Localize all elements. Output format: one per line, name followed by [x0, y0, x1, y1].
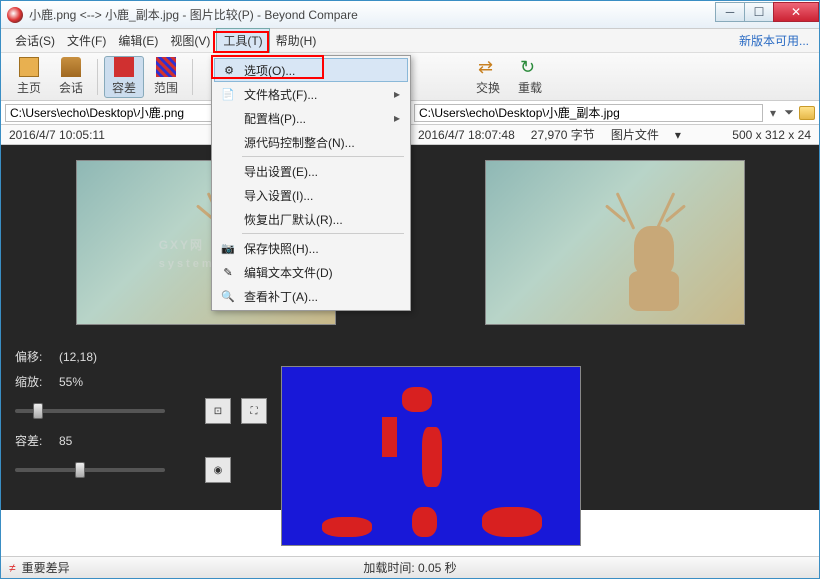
- right-type: 图片文件: [611, 126, 659, 143]
- right-size: 27,970 字节: [531, 126, 595, 143]
- right-path-dropdown[interactable]: ▾: [767, 105, 779, 121]
- menubar: 会话(S) 文件(F) 编辑(E) 视图(V) 工具(T) 帮助(H) 新版本可…: [1, 29, 819, 53]
- menu-importset[interactable]: 导入设置(I)...: [214, 183, 408, 207]
- right-path-input[interactable]: [414, 104, 763, 122]
- file-icon: 📄: [220, 86, 236, 102]
- close-button[interactable]: ✕: [773, 2, 819, 22]
- offset-label: 偏移:: [15, 348, 49, 365]
- session-button[interactable]: 会话: [51, 56, 91, 98]
- right-date: 2016/4/7 18:07:48: [418, 128, 515, 142]
- fit-button[interactable]: ⊡: [205, 398, 231, 424]
- tolerance-label: 容差:: [15, 432, 49, 449]
- menu-options[interactable]: ⚙选项(O)...: [214, 58, 408, 82]
- swap-button[interactable]: ⇄交换: [468, 56, 508, 98]
- tolerance-mode-button[interactable]: ◉: [205, 457, 231, 483]
- titlebar: 小鹿.png <--> 小鹿_副本.jpg - 图片比较(P) - Beyond…: [1, 1, 819, 29]
- new-version-link[interactable]: 新版本可用...: [739, 32, 809, 49]
- actual-size-button[interactable]: ⛶: [241, 398, 267, 424]
- menu-help[interactable]: 帮助(H): [270, 29, 323, 52]
- menu-session[interactable]: 会话(S): [9, 29, 61, 52]
- menu-exportset[interactable]: 导出设置(E)...: [214, 159, 408, 183]
- reload-button[interactable]: ↻重载: [510, 56, 550, 98]
- edit-icon: ✎: [220, 264, 236, 280]
- tolerance-slider[interactable]: [15, 468, 165, 472]
- zoom-value: 55%: [59, 375, 83, 389]
- window-buttons: ─ ☐ ✕: [716, 2, 819, 24]
- window-title: 小鹿.png <--> 小鹿_副本.jpg - 图片比较(P) - Beyond…: [29, 6, 716, 23]
- menu-file[interactable]: 文件(F): [61, 29, 112, 52]
- right-browse-button[interactable]: [799, 106, 815, 120]
- tolerance-button[interactable]: 容差: [104, 56, 144, 98]
- diff-view[interactable]: [281, 366, 581, 546]
- menu-profile[interactable]: 配置档(P)...▸: [214, 106, 408, 130]
- gear-icon: ⚙: [221, 62, 237, 78]
- range-button[interactable]: 范围: [146, 56, 186, 98]
- tolerance-value: 85: [59, 434, 72, 448]
- menu-fileformat[interactable]: 📄文件格式(F)...▸: [214, 82, 408, 106]
- menu-edit[interactable]: 编辑(E): [112, 29, 164, 52]
- chevron-right-icon: ▸: [394, 111, 400, 125]
- tools-dropdown: ⚙选项(O)... 📄文件格式(F)...▸ 配置档(P)...▸ 源代码控制整…: [211, 55, 411, 311]
- zoom-slider[interactable]: [15, 409, 165, 413]
- status-loadtime: 加载时间: 0.05 秒: [363, 559, 456, 576]
- left-date: 2016/4/7 10:05:11: [9, 128, 105, 142]
- zoom-label: 缩放:: [15, 373, 49, 390]
- menu-viewpatch[interactable]: 🔍查看补丁(A)...: [214, 284, 408, 308]
- right-history-button[interactable]: ⏷: [783, 105, 795, 121]
- menu-view[interactable]: 视图(V): [164, 29, 216, 52]
- diff-indicator-icon: ≠: [9, 561, 16, 575]
- menu-restoredef[interactable]: 恢复出厂默认(R)...: [214, 207, 408, 231]
- home-button[interactable]: 主页: [9, 56, 49, 98]
- menu-srcctrl[interactable]: 源代码控制整合(N)...: [214, 130, 408, 154]
- right-image-pane[interactable]: [410, 145, 819, 340]
- maximize-button[interactable]: ☐: [744, 2, 774, 22]
- search-icon: 🔍: [220, 288, 236, 304]
- app-icon: [7, 7, 23, 23]
- right-dimensions: 500 x 312 x 24: [732, 128, 811, 142]
- menu-tools[interactable]: 工具(T): [216, 28, 269, 53]
- offset-value: (12,18): [59, 350, 97, 364]
- status-diff: 重要差异: [22, 559, 70, 576]
- camera-icon: 📷: [220, 240, 236, 256]
- minimize-button[interactable]: ─: [715, 2, 745, 22]
- menu-savesnap[interactable]: 📷保存快照(H)...: [214, 236, 408, 260]
- chevron-right-icon: ▸: [394, 87, 400, 101]
- menu-edittxt[interactable]: ✎编辑文本文件(D): [214, 260, 408, 284]
- statusbar: ≠ 重要差异 加载时间: 0.05 秒: [1, 556, 819, 578]
